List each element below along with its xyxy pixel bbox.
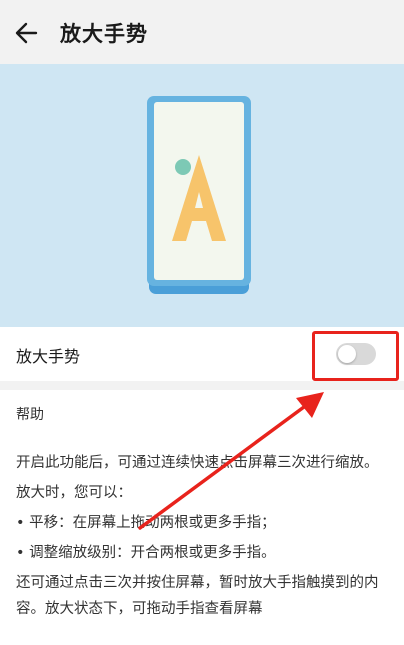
arrow-left-icon[interactable] xyxy=(14,20,40,46)
help-paragraph: • 平移：在屏幕上拖动两根或更多手指； xyxy=(16,515,276,531)
header-bar: 放大手势 xyxy=(0,0,404,64)
help-paragraph: 开启此功能后，可通过连续快速点击屏幕三次进行缩放。 xyxy=(16,455,379,471)
help-section: 帮助 开启此功能后，可通过连续快速点击屏幕三次进行缩放。 放大时，您可以： • … xyxy=(0,390,404,645)
annotation-highlight-box xyxy=(312,331,399,381)
help-paragraph: 放大时，您可以： xyxy=(16,485,132,501)
page-title: 放大手势 xyxy=(60,22,148,46)
help-text: 开启此功能后，可通过连续快速点击屏幕三次进行缩放。 放大时，您可以： • 平移：… xyxy=(16,450,392,626)
help-paragraph: • 调整缩放级别：开合两根或更多手指。 xyxy=(16,545,276,561)
help-paragraph: 还可通过点击三次并按住屏幕，暂时放大手指触摸到的内容。放大状态下，可拖动手指查看… xyxy=(16,575,379,617)
phone-icon xyxy=(147,96,251,294)
setting-label: 放大手势 xyxy=(16,347,81,366)
gesture-illustration: A xyxy=(0,64,404,327)
help-heading: 帮助 xyxy=(16,407,44,423)
